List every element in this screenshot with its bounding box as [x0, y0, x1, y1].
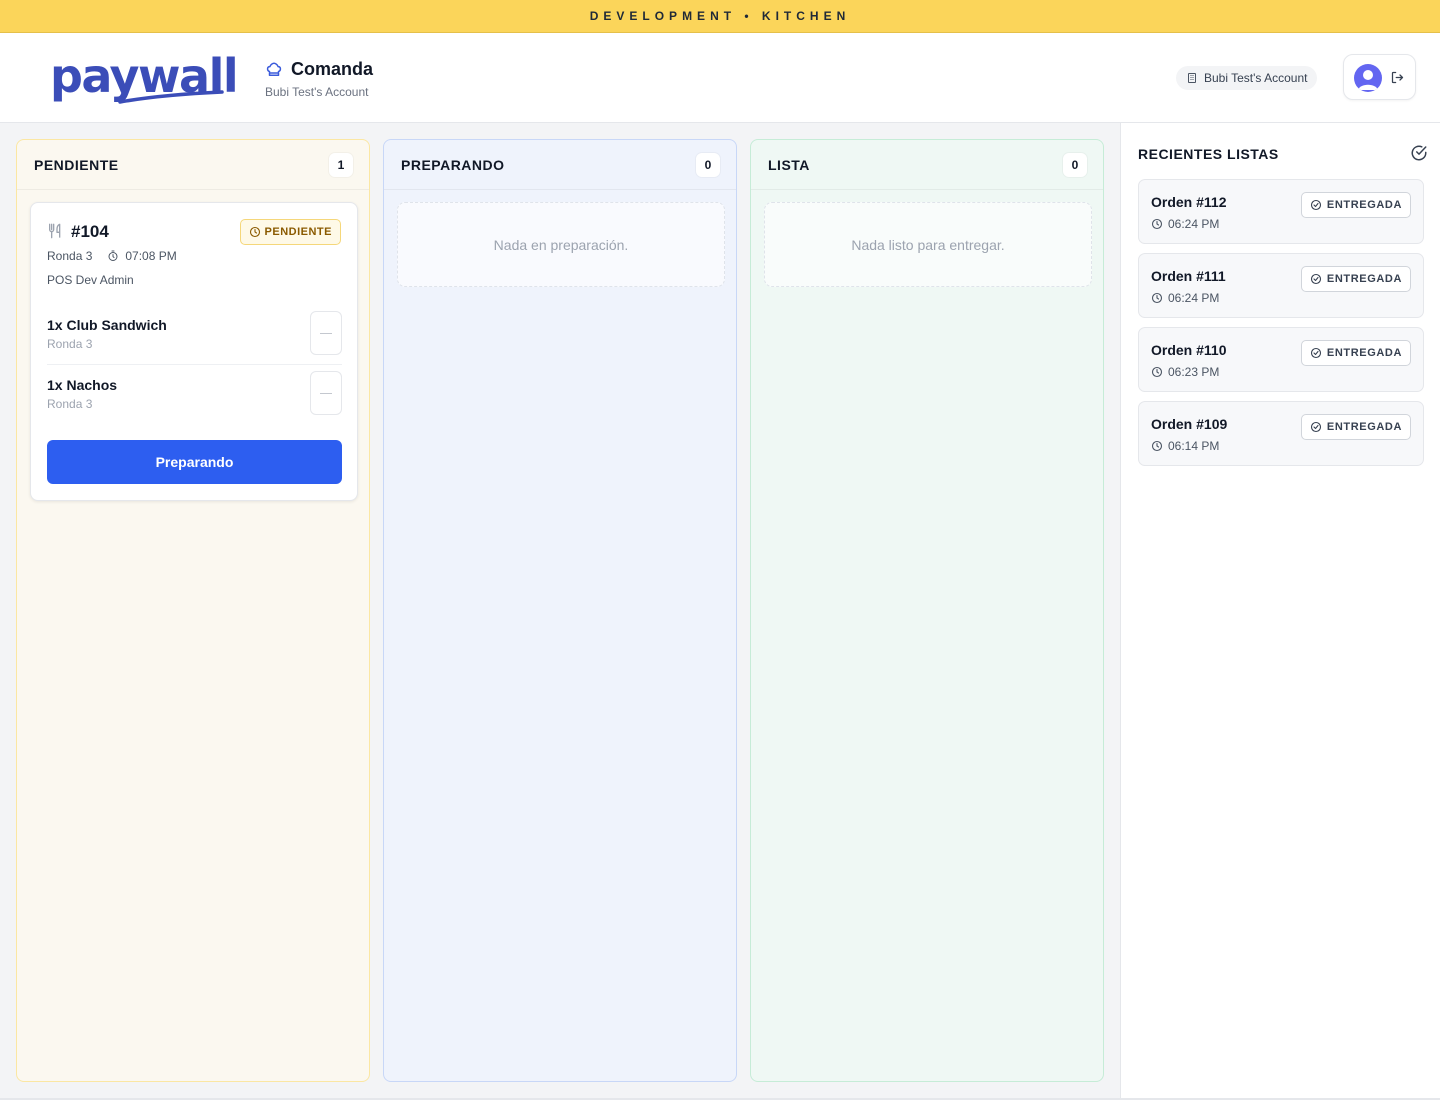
- column-header: LISTA 0: [751, 140, 1103, 190]
- check-circle-icon: [1310, 347, 1321, 359]
- recent-order-time: 06:14 PM: [1151, 439, 1219, 453]
- recent-order-time-text: 06:24 PM: [1168, 217, 1220, 231]
- check-circle-icon: [1310, 273, 1321, 285]
- user-menu[interactable]: [1343, 54, 1416, 100]
- clock-icon: [1151, 218, 1163, 230]
- recent-order-card[interactable]: Orden #110 06:23 PM ENTREGADA: [1138, 327, 1424, 392]
- recent-order-time-text: 06:23 PM: [1168, 365, 1220, 379]
- order-waiter: POS Dev Admin: [47, 273, 134, 287]
- column-pendiente: PENDIENTE 1 #104 PENDIENTE Ronda 3 07:08…: [16, 139, 370, 1082]
- clock-icon: [1151, 440, 1163, 452]
- column-count-badge: 1: [329, 153, 353, 177]
- recent-order-time-text: 06:14 PM: [1168, 439, 1220, 453]
- column-title: PENDIENTE: [34, 157, 119, 173]
- recent-order-card[interactable]: Orden #111 06:24 PM ENTREGADA: [1138, 253, 1424, 318]
- logout-icon[interactable]: [1390, 70, 1405, 85]
- environment-banner-text: DEVELOPMENT • KITCHEN: [589, 9, 851, 23]
- page-subtitle: Bubi Test's Account: [265, 85, 369, 99]
- delivered-badge: ENTREGADA: [1300, 340, 1411, 366]
- order-item-name: 1x Nachos: [47, 377, 118, 393]
- app-header: paywall Comanda Bubi Test's Account Bubi…: [0, 33, 1440, 123]
- item-minus-button[interactable]: [310, 311, 342, 355]
- recent-order-card[interactable]: Orden #109 06:14 PM ENTREGADA: [1138, 401, 1424, 466]
- delivered-badge-text: ENTREGADA: [1326, 273, 1402, 285]
- order-item: 1x Club Sandwich Ronda 3: [47, 305, 342, 365]
- page-title: Comanda: [291, 59, 374, 79]
- recent-ready-sidebar: RECIENTES LISTAS Orden #112 06:24 PM ENT…: [1120, 123, 1440, 1100]
- recent-order-title: Orden #110: [1151, 342, 1227, 358]
- stopwatch-icon: [108, 250, 118, 261]
- minus-icon: [320, 392, 332, 394]
- utensils-icon: [49, 223, 61, 239]
- column-header: PREPARANDO 0: [384, 140, 736, 190]
- recent-order-time: 06:23 PM: [1151, 365, 1219, 379]
- check-circle-icon: [1310, 199, 1321, 211]
- column-lista: LISTA 0 Nada listo para entregar.: [750, 139, 1104, 1082]
- check-circle-icon: [1411, 145, 1427, 161]
- clock-icon: [1151, 366, 1163, 378]
- column-preparando: PREPARANDO 0 Nada en preparación.: [383, 139, 737, 1082]
- environment-banner: DEVELOPMENT • KITCHEN: [0, 0, 1440, 33]
- order-round: Ronda 3: [47, 249, 93, 263]
- logo-swoosh-icon: [118, 90, 224, 104]
- user-avatar-icon[interactable]: [1354, 64, 1382, 92]
- order-item-name: 1x Club Sandwich: [47, 317, 167, 333]
- delivered-badge-text: ENTREGADA: [1326, 421, 1402, 433]
- recent-order-title: Orden #111: [1151, 268, 1226, 284]
- column-title: LISTA: [768, 157, 810, 173]
- sidebar-title: RECIENTES LISTAS: [1138, 146, 1279, 162]
- delivered-badge: ENTREGADA: [1300, 192, 1411, 218]
- order-status-badge: PENDIENTE: [239, 219, 341, 245]
- building-icon: [1188, 73, 1196, 83]
- delivered-badge: ENTREGADA: [1300, 414, 1411, 440]
- preparando-button[interactable]: Preparando: [47, 440, 342, 484]
- recent-order-time-text: 06:24 PM: [1168, 291, 1220, 305]
- column-title: PREPARANDO: [401, 157, 505, 173]
- column-count-badge: 0: [1063, 153, 1087, 177]
- column-count-badge: 0: [696, 153, 720, 177]
- item-minus-button[interactable]: [310, 371, 342, 415]
- recent-order-title: Orden #109: [1151, 416, 1228, 432]
- recent-order-time: 06:24 PM: [1151, 291, 1219, 305]
- order-time: 07:08 PM: [125, 249, 177, 263]
- delivered-badge-text: ENTREGADA: [1326, 199, 1402, 211]
- account-label: Bubi Test's Account: [1204, 71, 1308, 85]
- app-title: Comanda: [265, 59, 373, 80]
- minus-icon: [320, 332, 332, 334]
- order-card[interactable]: #104 PENDIENTE Ronda 3 07:08 PM POS Dev …: [30, 202, 358, 501]
- order-meta: Ronda 3 07:08 PM: [47, 249, 177, 263]
- order-item-round: Ronda 3: [47, 337, 93, 351]
- empty-state: Nada listo para entregar.: [764, 202, 1092, 287]
- check-circle-icon: [1310, 421, 1321, 433]
- chef-hat-icon: [266, 62, 282, 76]
- clock-icon: [1151, 292, 1163, 304]
- column-header: PENDIENTE 1: [17, 140, 369, 190]
- order-item: 1x Nachos Ronda 3: [47, 365, 342, 425]
- paywall-logo[interactable]: paywall: [50, 51, 239, 105]
- empty-state: Nada en preparación.: [397, 202, 725, 287]
- recent-order-title: Orden #112: [1151, 194, 1227, 210]
- order-number: #104: [71, 222, 109, 241]
- recent-order-time: 06:24 PM: [1151, 217, 1219, 231]
- delivered-badge-text: ENTREGADA: [1326, 347, 1402, 359]
- recent-order-card[interactable]: Orden #112 06:24 PM ENTREGADA: [1138, 179, 1424, 244]
- order-item-round: Ronda 3: [47, 397, 93, 411]
- delivered-badge: ENTREGADA: [1300, 266, 1411, 292]
- clock-icon: [249, 226, 260, 238]
- account-badge[interactable]: Bubi Test's Account: [1176, 66, 1318, 90]
- order-status-text: PENDIENTE: [264, 226, 332, 238]
